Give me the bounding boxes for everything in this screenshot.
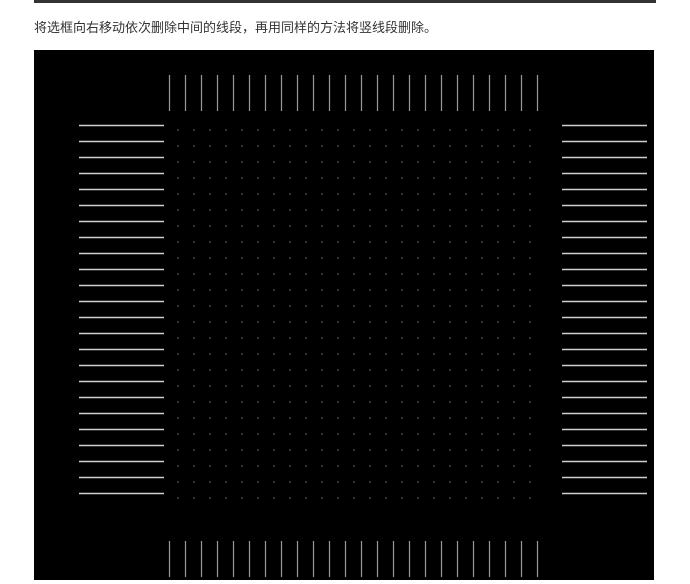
pcb-footprint-figure [34, 50, 654, 580]
figure-caption: 将选框向右移动依次删除中间的线段，再用同样的方法将竖线段删除。 [34, 17, 690, 36]
top-rule [34, 0, 656, 3]
figure-canvas [34, 50, 654, 580]
